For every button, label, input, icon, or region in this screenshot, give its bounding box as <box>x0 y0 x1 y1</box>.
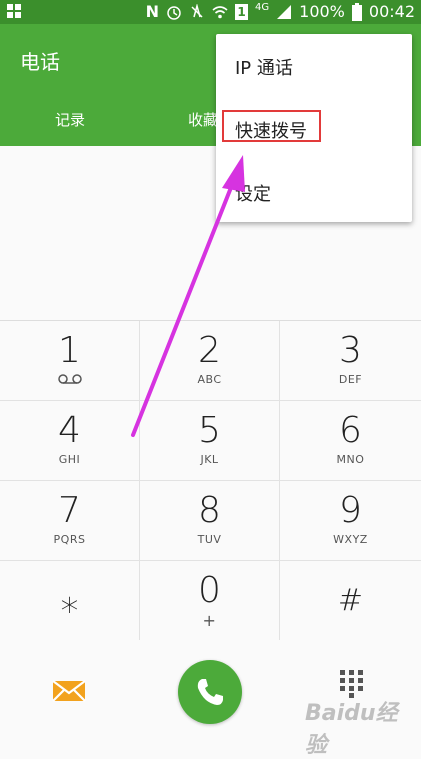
key-digit: 8 <box>198 490 221 531</box>
dialpad: 1 2 ABC 3 DEF 4 GHI 5 JKL 6 MNO 7 PQRS 8… <box>0 320 421 641</box>
key-letters: PQRS <box>53 533 86 546</box>
bottom-bar: Baidu经验 <box>0 640 421 758</box>
key-digit: 9 <box>339 490 362 531</box>
key-digit: 1 <box>58 330 81 371</box>
notification-icon <box>7 4 21 18</box>
dialpad-icon[interactable] <box>340 670 364 698</box>
key-digit: # <box>337 583 364 618</box>
wifi-icon <box>212 6 228 19</box>
battery-icon <box>351 3 362 21</box>
clock: 00:42 <box>368 2 415 21</box>
watermark: Baidu经验 <box>305 701 398 758</box>
key-digit: 0 <box>198 570 221 611</box>
key-7[interactable]: 7 PQRS <box>0 481 140 561</box>
key-letters: GHI <box>58 453 81 466</box>
status-left <box>6 3 22 19</box>
key-letters: DEF <box>338 373 363 386</box>
menu-item-settings[interactable]: 设定 <box>216 160 412 222</box>
call-button[interactable] <box>178 660 242 724</box>
signal-icon <box>277 5 292 19</box>
key-digit: 4 <box>58 410 81 451</box>
phone-icon <box>197 679 223 705</box>
key-letters: WXYZ <box>333 533 368 546</box>
key-letters: TUV <box>197 533 222 546</box>
key-6[interactable]: 6 MNO <box>280 401 421 481</box>
status-bar: N 1 4G 100% 00:42 <box>0 0 421 24</box>
key-digit: 2 <box>198 330 221 371</box>
key-0[interactable]: 0 + <box>140 561 280 641</box>
key-digit: 6 <box>339 410 362 451</box>
key-3[interactable]: 3 DEF <box>280 321 421 401</box>
overflow-menu: IP 通话 快速拨号 设定 <box>216 34 412 222</box>
key-hash[interactable]: # <box>280 561 421 641</box>
key-star[interactable]: ⁎ <box>0 561 140 641</box>
key-9[interactable]: 9 WXYZ <box>280 481 421 561</box>
key-digit: 5 <box>198 410 221 451</box>
page-title: 电话 <box>20 50 60 74</box>
key-digit: 3 <box>339 330 362 371</box>
menu-item-label: IP 通话 <box>235 58 293 79</box>
key-digit: ⁎ <box>60 580 79 621</box>
alarm-icon <box>167 6 181 20</box>
sim-badge: 1 <box>235 4 249 20</box>
nfc-badge: N <box>145 2 160 21</box>
tab-records[interactable]: 记录 <box>55 109 85 130</box>
key-4[interactable]: 4 GHI <box>0 401 140 481</box>
status-right: N 1 4G 100% 00:42 <box>146 2 415 22</box>
voicemail-icon <box>58 374 82 384</box>
mute-icon <box>191 4 203 18</box>
key-letters: ABC <box>197 373 222 386</box>
menu-item-label: 快速拨号 <box>235 121 307 142</box>
network-label: 4G <box>255 1 270 13</box>
key-8[interactable]: 8 TUV <box>140 481 280 561</box>
key-5[interactable]: 5 JKL <box>140 401 280 481</box>
menu-item-ip-call[interactable]: IP 通话 <box>216 34 412 96</box>
menu-item-label: 设定 <box>235 184 271 205</box>
menu-item-speed-dial[interactable]: 快速拨号 <box>216 97 412 159</box>
key-letters: JKL <box>200 453 219 466</box>
key-2[interactable]: 2 ABC <box>140 321 280 401</box>
key-letters: MNO <box>336 453 365 466</box>
battery-percent: 100% <box>299 2 345 21</box>
key-digit: 7 <box>58 490 81 531</box>
key-1[interactable]: 1 <box>0 321 140 401</box>
tab-favorites[interactable]: 收藏 <box>188 109 218 130</box>
message-icon[interactable] <box>50 678 88 704</box>
key-letters: + <box>202 611 217 630</box>
